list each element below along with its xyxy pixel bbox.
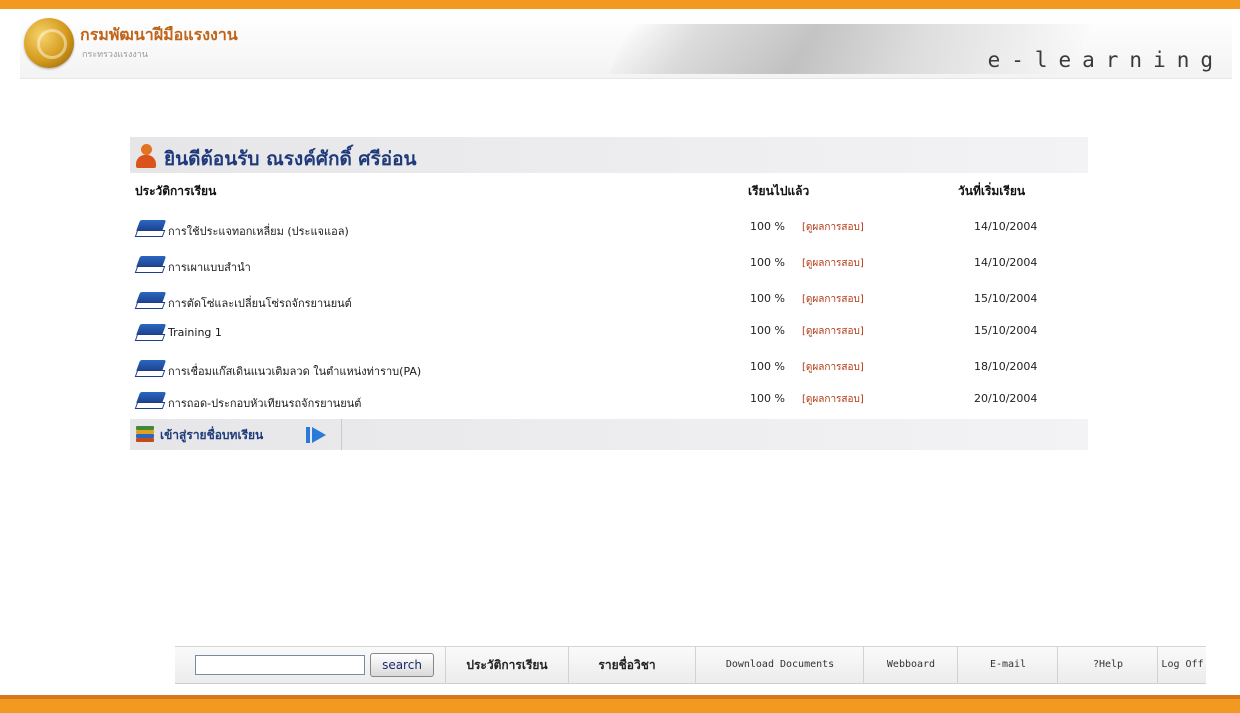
enter-lesson-bar: เข้าสู่รายชื่อบทเรียน <box>130 419 1088 450</box>
bottom-accent-bar <box>0 695 1240 713</box>
nav-download-documents[interactable]: Download Documents <box>695 647 864 683</box>
start-date: 20/10/2004 <box>974 392 1038 405</box>
progress-percent: 100 % <box>750 360 785 373</box>
welcome-title: ยินดีต้อนรับ ณรงค์ศักดิ์ ศรีอ่อน <box>164 148 417 170</box>
view-result-link[interactable]: [ดูผลการสอบ] <box>802 220 864 235</box>
table-row: Training 1 100 % [ดูผลการสอบ] 15/10/2004 <box>130 322 1088 358</box>
table-row: การใช้ประแจทอกเหลี่ยม (ประแจแอล) 100 % [… <box>130 218 1088 254</box>
start-date: 15/10/2004 <box>974 292 1038 305</box>
top-accent-bar <box>0 0 1240 9</box>
nav-help[interactable]: ?Help <box>1057 647 1158 683</box>
start-date: 18/10/2004 <box>974 360 1038 373</box>
table-row: การเผาแบบสำนำ 100 % [ดูผลการสอบ] 14/10/2… <box>130 254 1088 290</box>
nav-webboard[interactable]: Webboard <box>863 647 958 683</box>
view-result-link[interactable]: [ดูผลการสอบ] <box>802 360 864 375</box>
nav-subject-list[interactable]: รายชื่อวิชา <box>568 647 685 683</box>
header: กรมพัฒนาฝีมือแรงงาน กระทรวงแรงงาน e-lear… <box>20 14 1232 79</box>
enter-lesson-label: เข้าสู่รายชื่อบทเรียน <box>160 428 264 442</box>
dept-logo <box>24 18 74 68</box>
progress-percent: 100 % <box>750 256 785 269</box>
book-icon <box>134 218 167 240</box>
course-title-link[interactable]: Training 1 <box>168 326 222 339</box>
course-title-link[interactable]: การใช้ประแจทอกเหลี่ยม (ประแจแอล) <box>168 222 349 240</box>
view-result-link[interactable]: [ดูผลการสอบ] <box>802 256 864 271</box>
book-stack-icon <box>136 426 156 444</box>
nav-log-off[interactable]: Log Off <box>1157 647 1207 683</box>
view-result-link[interactable]: [ดูผลการสอบ] <box>802 392 864 407</box>
nav-history[interactable]: ประวัติการเรียน <box>445 647 568 683</box>
progress-percent: 100 % <box>750 292 785 305</box>
org-subtitle: กระทรวงแรงงาน <box>82 50 148 60</box>
view-result-link[interactable]: [ดูผลการสอบ] <box>802 324 864 339</box>
elearning-tagline: e-learning <box>987 48 1224 72</box>
book-icon <box>134 254 167 276</box>
progress-percent: 100 % <box>750 220 785 233</box>
nav-email[interactable]: E-mail <box>957 647 1058 683</box>
search-button[interactable]: search <box>370 653 434 677</box>
progress-percent: 100 % <box>750 392 785 405</box>
col-header-start-date: วันที่เริ่มเรียน <box>958 184 1026 198</box>
table-row: การตัดโซ่และเปลี่ยนโซ่รถจักรยานยนต์ 100 … <box>130 290 1088 326</box>
course-title-link[interactable]: การเชื่อมแก๊สเดินแนวเติมลวด ในตำแหน่งท่า… <box>168 362 421 380</box>
book-icon <box>134 358 167 380</box>
course-title-link[interactable]: การถอด-ประกอบหัวเทียนรถจักรยานยนต์ <box>168 394 361 412</box>
book-icon <box>134 390 167 412</box>
search-input[interactable] <box>195 655 365 675</box>
enter-lesson-list-button[interactable]: เข้าสู่รายชื่อบทเรียน <box>130 419 342 450</box>
welcome-bar: ยินดีต้อนรับ ณรงค์ศักดิ์ ศรีอ่อน <box>130 137 1088 173</box>
user-icon <box>136 144 156 168</box>
book-icon <box>134 322 167 344</box>
footer-nav: search ประวัติการเรียน รายชื่อวิชา Downl… <box>175 646 1206 684</box>
course-title-link[interactable]: การตัดโซ่และเปลี่ยนโซ่รถจักรยานยนต์ <box>168 294 352 312</box>
start-date: 14/10/2004 <box>974 256 1038 269</box>
col-header-progress: เรียนไปแล้ว <box>748 184 810 198</box>
org-name: กรมพัฒนาฝีมือแรงงาน <box>80 25 238 44</box>
col-header-history: ประวัติการเรียน <box>135 184 217 198</box>
progress-percent: 100 % <box>750 324 785 337</box>
table-row: การเชื่อมแก๊สเดินแนวเติมลวด ในตำแหน่งท่า… <box>130 358 1088 394</box>
play-bar-icon <box>306 427 310 443</box>
play-arrow-icon <box>312 427 326 443</box>
book-icon <box>134 290 167 312</box>
start-date: 15/10/2004 <box>974 324 1038 337</box>
course-title-link[interactable]: การเผาแบบสำนำ <box>168 258 251 276</box>
start-date: 14/10/2004 <box>974 220 1038 233</box>
view-result-link[interactable]: [ดูผลการสอบ] <box>802 292 864 307</box>
